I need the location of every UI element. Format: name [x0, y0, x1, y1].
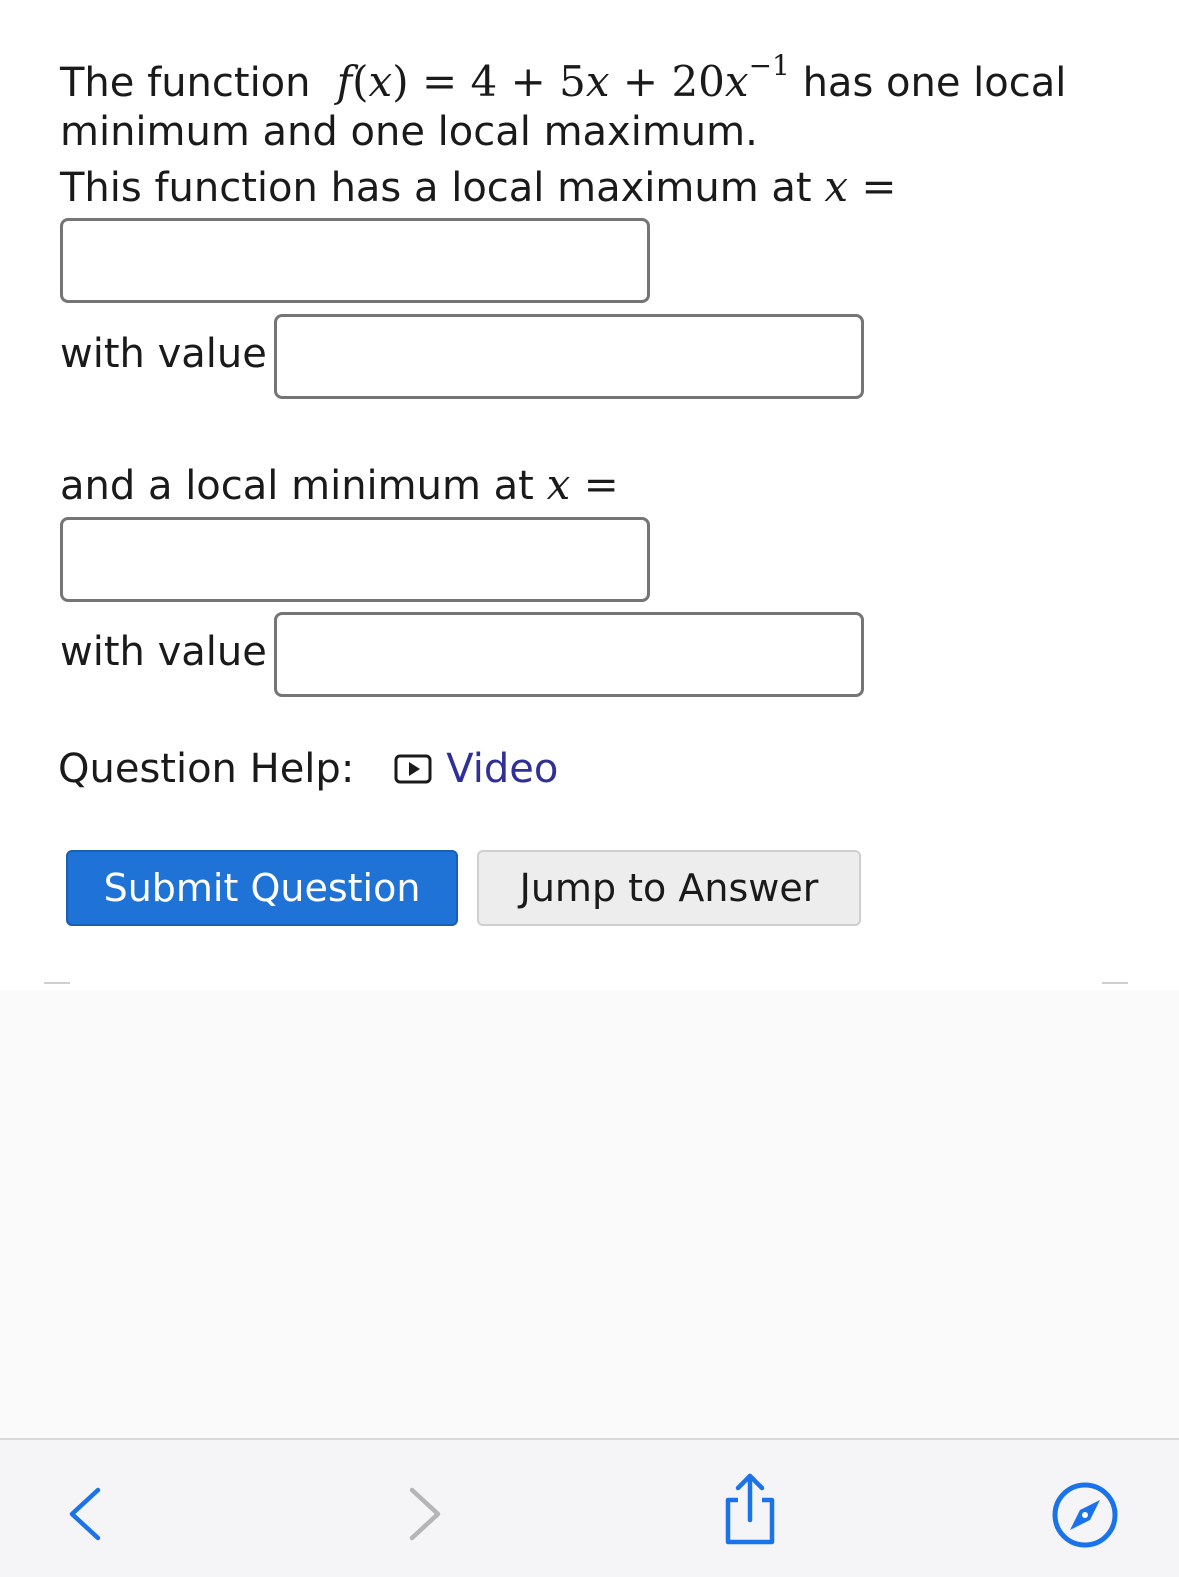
local-max-x-input[interactable]	[60, 218, 650, 303]
question-line-3: This function has a local maximum at x =	[60, 162, 897, 212]
video-link[interactable]: Video	[394, 746, 558, 792]
local-min-x-input[interactable]	[60, 517, 650, 602]
intro-suffix: has one local	[802, 60, 1067, 106]
submit-question-button[interactable]: Submit Question	[66, 850, 458, 926]
function-formula: f(x) = 4 + 5x + 20x−1	[336, 49, 790, 106]
divider-right	[1102, 982, 1128, 984]
local-max-value-input[interactable]	[274, 314, 864, 399]
intro-prefix: The function	[60, 60, 311, 106]
divider-left	[44, 982, 70, 984]
with-value-label-min: with value	[60, 629, 267, 675]
blank-page-area	[0, 990, 1179, 1438]
compass-icon	[1052, 1482, 1118, 1548]
video-link-label: Video	[446, 746, 559, 792]
forward-icon	[409, 1487, 441, 1541]
browser-toolbar	[0, 1438, 1179, 1577]
minimum-line: and a local minimum at x =	[60, 460, 619, 510]
variable-x: x	[824, 162, 848, 211]
jump-to-answer-button[interactable]: Jump to Answer	[477, 850, 861, 926]
question-line-2: minimum and one local maximum.	[60, 109, 758, 155]
variable-x: x	[546, 460, 571, 509]
question-help-label: Question Help:	[58, 746, 355, 792]
share-button[interactable]	[718, 1470, 782, 1554]
local-min-value-input[interactable]	[274, 612, 864, 697]
compass-button[interactable]	[1050, 1480, 1120, 1554]
share-icon	[725, 1473, 775, 1545]
with-value-label-max: with value	[60, 331, 267, 377]
exponent: −1	[748, 49, 790, 82]
question-line-1: The function f(x) = 4 + 5x + 20x−1 has o…	[60, 48, 1066, 107]
back-button[interactable]	[60, 1482, 110, 1550]
play-icon	[394, 754, 432, 784]
question-help: Question Help: Video	[58, 744, 558, 794]
forward-button[interactable]	[400, 1482, 450, 1550]
question-panel: The function f(x) = 4 + 5x + 20x−1 has o…	[0, 0, 1179, 990]
back-icon	[69, 1487, 101, 1541]
